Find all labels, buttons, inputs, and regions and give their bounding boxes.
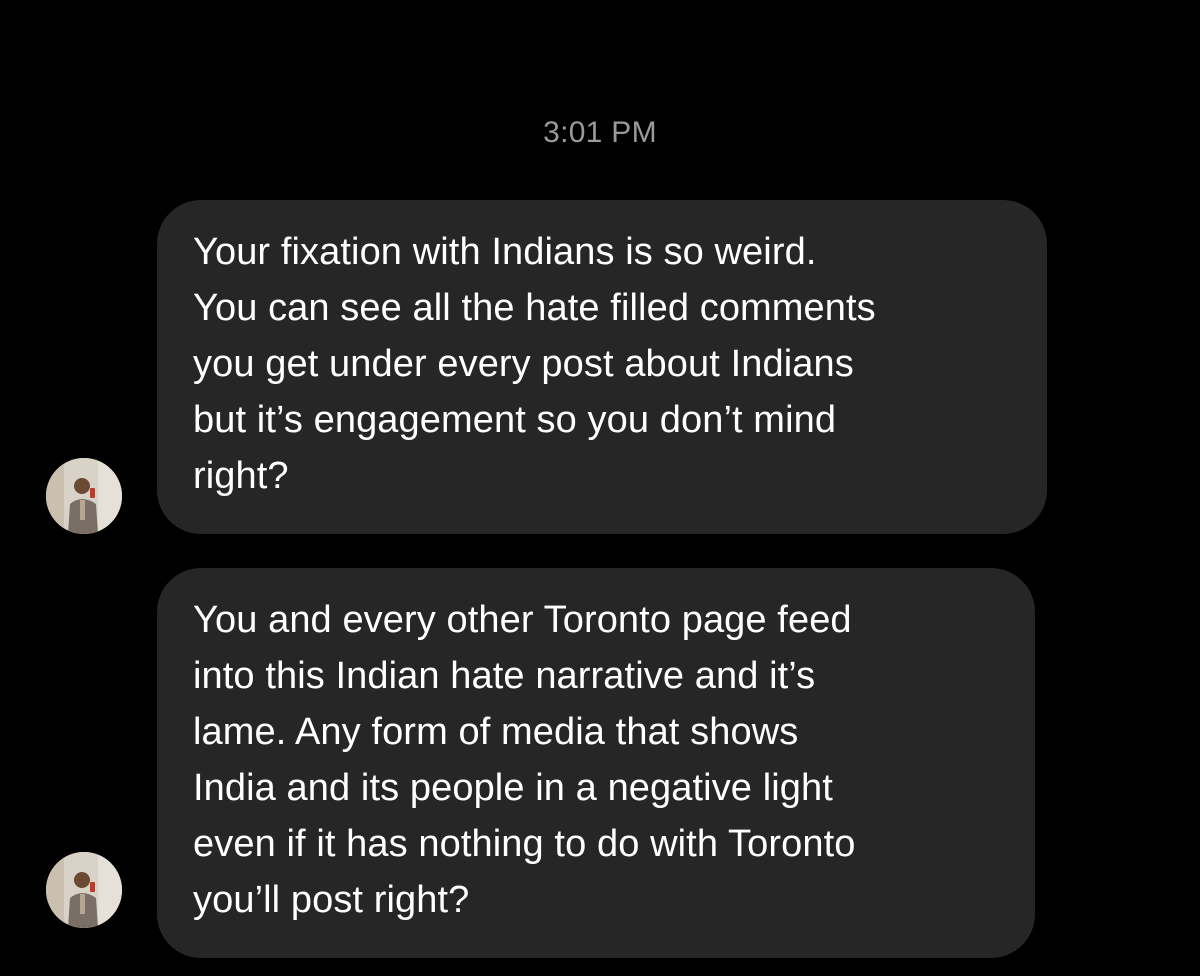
avatar-photo-icon [46, 852, 122, 928]
message-bubble[interactable]: You and every other Toronto page feed in… [157, 568, 1035, 958]
message-row: You and every other Toronto page feed in… [0, 568, 1200, 958]
message-text: You and every other Toronto page feed in… [193, 599, 856, 921]
message-bubble[interactable]: Your fixation with Indians is so weird. … [157, 200, 1047, 534]
message-text: Your fixation with Indians is so weird. … [193, 231, 876, 497]
sender-avatar[interactable] [46, 852, 122, 928]
sender-avatar[interactable] [46, 458, 122, 534]
message-row: Your fixation with Indians is so weird. … [0, 200, 1200, 534]
message-timestamp: 3:01 PM [543, 116, 657, 149]
avatar-photo-icon [46, 458, 122, 534]
